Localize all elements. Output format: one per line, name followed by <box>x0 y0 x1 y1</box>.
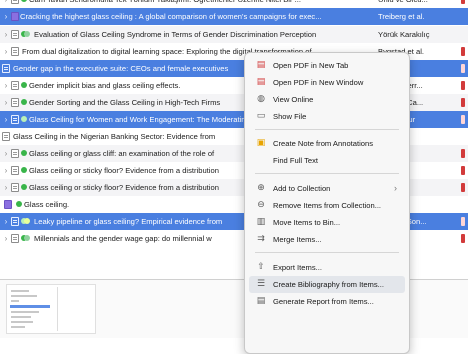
menu-show-file[interactable]: ▭ Show File <box>249 108 405 125</box>
pdf-attachment-icon[interactable] <box>461 234 465 243</box>
document-icon <box>11 166 19 175</box>
tag-dot-icon <box>21 99 27 105</box>
pdf-attachment-icon[interactable] <box>461 217 465 226</box>
pdf-attachment-icon[interactable] <box>461 81 465 90</box>
menu-move-to-bin[interactable]: ▥ Move Items to Bin... <box>249 214 405 231</box>
menu-create-bibliography[interactable]: ☰ Create Bibliography from Items... <box>249 276 405 293</box>
menu-find-full-text[interactable]: Find Full Text <box>249 152 405 169</box>
note-icon: ▣ <box>256 138 266 148</box>
pdf-icon: ▤ <box>256 60 266 70</box>
document-icon <box>2 132 10 141</box>
chevron-right-icon[interactable]: › <box>2 0 10 8</box>
menu-open-pdf-new-tab[interactable]: ▤ Open PDF in New Tab <box>249 57 405 74</box>
tag-dot-icon <box>24 31 30 37</box>
book-icon <box>11 12 19 21</box>
trash-icon: ▥ <box>256 217 266 227</box>
menu-open-pdf-new-window[interactable]: ▤ Open PDF in New Window <box>249 74 405 91</box>
tag-dot-icon <box>21 82 27 88</box>
tag-dot-icon <box>21 150 27 156</box>
merge-icon: ⇉ <box>257 234 265 244</box>
document-icon <box>11 234 19 243</box>
menu-add-to-collection[interactable]: ⊕ Add to Collection › <box>249 180 405 197</box>
pdf-attachment-icon[interactable] <box>461 166 465 175</box>
chevron-right-icon[interactable]: › <box>2 213 10 230</box>
collection-remove-icon: ⊖ <box>257 200 265 210</box>
pdf-attachment-icon[interactable] <box>461 0 465 4</box>
chevron-right-icon[interactable]: › <box>2 111 10 128</box>
menu-view-online[interactable]: ◍ View Online <box>249 91 405 108</box>
item-creator: Treiberg et al. <box>378 12 425 21</box>
tag-dot-icon <box>24 218 30 224</box>
chevron-right-icon: › <box>394 183 397 193</box>
tag-dot-icon <box>16 201 22 207</box>
menu-export-items[interactable]: ⇧ Export Items... <box>249 259 405 276</box>
chevron-right-icon[interactable]: › <box>2 230 10 247</box>
book-icon <box>4 200 12 209</box>
chevron-right-icon[interactable]: › <box>2 26 10 43</box>
document-icon <box>2 64 10 73</box>
document-icon <box>11 217 19 226</box>
document-icon <box>11 183 19 192</box>
chevron-right-icon[interactable]: › <box>2 77 10 94</box>
pdf-attachment-icon[interactable] <box>461 47 465 56</box>
bibliography-icon: ☰ <box>256 279 266 289</box>
chevron-right-icon[interactable]: › <box>2 8 10 25</box>
menu-create-note-from-annotations[interactable]: ▣ Create Note from Annotations <box>249 135 405 152</box>
item-row[interactable]: › Cam Tavan Sendromuna Tek Yönlüm Yaklaş… <box>0 0 468 8</box>
document-icon <box>11 115 19 124</box>
pdf-icon: ▤ <box>256 77 266 87</box>
pdf-attachment-icon[interactable] <box>461 64 465 73</box>
tag-dot-icon <box>24 235 30 241</box>
chevron-right-icon[interactable]: › <box>2 162 10 179</box>
item-row[interactable]: › Evaluation of Glass Ceiling Syndrome i… <box>0 26 468 43</box>
document-icon <box>11 81 19 90</box>
pdf-attachment-icon[interactable] <box>461 115 465 124</box>
item-title: Cam Tavan Sendromuna Tek Yönlüm Yaklaşım… <box>29 0 366 8</box>
document-icon <box>11 98 19 107</box>
chevron-right-icon[interactable]: › <box>2 179 10 196</box>
item-creator: Yörük Karakılıç <box>378 30 430 39</box>
item-title: Evaluation of Glass Ceiling Syndrome in … <box>34 30 317 39</box>
document-icon <box>11 47 19 56</box>
chevron-right-icon[interactable]: › <box>2 145 10 162</box>
pdf-attachment-icon[interactable] <box>461 149 465 158</box>
tag-dot-icon <box>21 0 27 2</box>
report-icon: ▤ <box>256 296 266 306</box>
menu-generate-report[interactable]: ▤ Generate Report from Items... <box>249 293 405 310</box>
document-icon <box>11 30 19 39</box>
item-row[interactable]: › Cracking the highest glass ceiling : A… <box>0 8 468 25</box>
item-title: Cracking the highest glass ceiling : A g… <box>20 12 322 21</box>
context-menu: ▤ Open PDF in New Tab ▤ Open PDF in New … <box>244 52 410 354</box>
item-creator: Ünlü ve Ölcü... <box>378 0 458 8</box>
collection-add-icon: ⊕ <box>257 183 265 193</box>
pdf-thumbnail[interactable] <box>6 284 96 334</box>
menu-remove-from-collection[interactable]: ⊖ Remove Items from Collection... <box>249 197 405 214</box>
document-icon <box>11 0 19 4</box>
chevron-right-icon[interactable]: › <box>2 94 10 111</box>
document-icon <box>11 149 19 158</box>
tag-dot-icon <box>21 116 27 122</box>
folder-icon: ▭ <box>256 111 266 121</box>
pdf-attachment-icon[interactable] <box>461 98 465 107</box>
pdf-attachment-icon[interactable] <box>461 183 465 192</box>
export-icon: ⇧ <box>257 262 265 272</box>
chevron-right-icon[interactable]: › <box>2 43 10 60</box>
globe-icon: ◍ <box>257 94 265 104</box>
tag-dot-icon <box>21 167 27 173</box>
menu-merge-items[interactable]: ⇉ Merge Items... <box>249 231 405 248</box>
tag-dot-icon <box>21 184 27 190</box>
